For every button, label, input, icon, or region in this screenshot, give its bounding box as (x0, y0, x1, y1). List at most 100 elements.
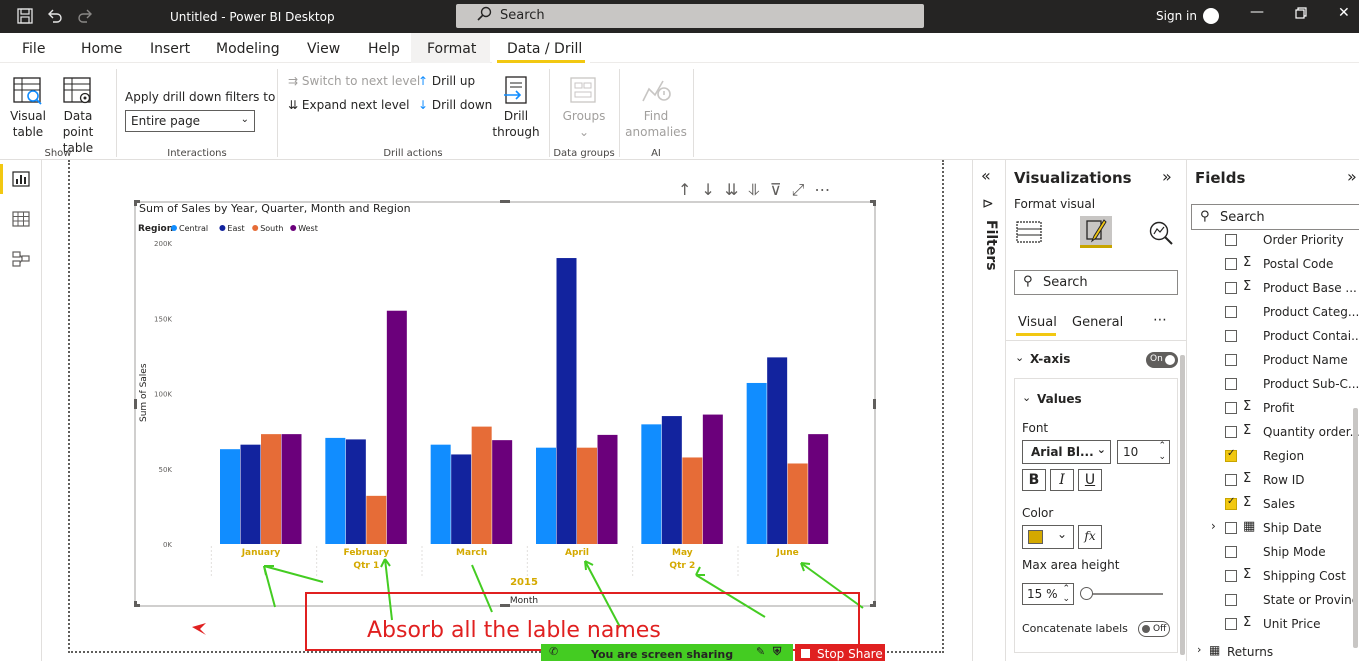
find-anomalies-button[interactable]: Find anomalies (624, 108, 688, 140)
field-checkbox[interactable] (1225, 448, 1237, 462)
field-item[interactable]: Σ Shipping Cost (1187, 564, 1359, 588)
field-item[interactable]: Ship Mode (1187, 540, 1359, 564)
close-icon[interactable]: ✕ (1338, 5, 1350, 21)
redo-icon[interactable] (76, 7, 94, 29)
bar[interactable] (471, 426, 492, 544)
field-item[interactable]: Product Name (1187, 348, 1359, 372)
legend-entry[interactable]: West (298, 224, 318, 233)
bar[interactable] (536, 447, 556, 544)
field-checkbox[interactable] (1225, 474, 1237, 486)
field-checkbox[interactable] (1225, 258, 1237, 270)
drill-down-arrow-icon[interactable]: ↓ (701, 180, 724, 199)
field-item[interactable]: Order Priority (1187, 230, 1359, 252)
bar[interactable] (682, 457, 703, 544)
field-item[interactable]: Region (1187, 444, 1359, 468)
concat-toggle[interactable]: Off (1138, 621, 1170, 637)
legend-entry[interactable]: East (227, 224, 244, 233)
field-checkbox[interactable] (1225, 496, 1237, 510)
field-item[interactable]: Σ Profit (1187, 396, 1359, 420)
bar[interactable] (366, 495, 387, 544)
max-area-slider-track[interactable] (1083, 593, 1163, 595)
expand-hierarchy-icon[interactable]: ⥥ (748, 180, 770, 199)
more-options-icon[interactable]: ⋯ (814, 180, 840, 199)
format-visual-tab[interactable] (1080, 216, 1112, 248)
expand-filters-icon[interactable]: « (981, 166, 991, 185)
chevron-right-icon[interactable]: › (1197, 643, 1201, 656)
bar[interactable] (325, 437, 346, 544)
tab-view[interactable]: View (307, 41, 340, 57)
field-checkbox[interactable] (1225, 402, 1237, 414)
field-checkbox[interactable] (1225, 306, 1237, 318)
italic-button[interactable]: I (1050, 469, 1074, 491)
chevron-down-icon[interactable]: ⌄ (1022, 391, 1031, 404)
field-item[interactable]: Σ Unit Price (1187, 612, 1359, 636)
field-checkbox[interactable] (1225, 378, 1237, 390)
field-checkbox[interactable] (1225, 354, 1237, 366)
global-search-input[interactable]: Search (456, 4, 924, 28)
report-view-icon[interactable] (12, 171, 30, 190)
bar[interactable] (261, 434, 281, 544)
font-family-select[interactable]: Arial Bl... ⌄ (1022, 440, 1111, 464)
tab-general[interactable]: General (1072, 315, 1123, 330)
sign-in-link[interactable]: Sign in (1156, 9, 1197, 23)
drill-up-arrow-icon[interactable]: ↑ (678, 180, 701, 199)
stepper-arrows-icon[interactable]: ⌃ ⌄ (1062, 584, 1070, 604)
tab-modeling[interactable]: Modeling (216, 41, 280, 57)
field-item[interactable]: Product Sub-C... (1187, 372, 1359, 396)
field-checkbox[interactable] (1225, 522, 1237, 534)
stop-share-button[interactable]: Stop Share (795, 644, 885, 661)
font-size-stepper[interactable]: 10 ⌃ ⌄ (1117, 440, 1170, 464)
bar[interactable] (746, 382, 767, 544)
color-picker[interactable]: ⌄ (1022, 525, 1074, 549)
bar[interactable] (597, 434, 618, 544)
bar[interactable] (281, 434, 302, 544)
table-returns[interactable]: › ▦ Returns (1187, 640, 1359, 664)
field-item[interactable]: Σ Postal Code (1187, 252, 1359, 276)
tab-help[interactable]: Help (368, 41, 400, 57)
minimize-icon[interactable]: — (1250, 4, 1264, 20)
go-next-level-icon[interactable]: ⇊ (725, 180, 748, 199)
max-area-slider-thumb[interactable] (1080, 587, 1094, 600)
field-item[interactable]: Σ Product Base ... (1187, 276, 1359, 300)
bar[interactable] (492, 440, 513, 544)
conditional-format-button[interactable]: fx (1078, 525, 1102, 549)
bar[interactable] (577, 447, 597, 544)
bar[interactable] (345, 439, 366, 544)
chevron-right-icon[interactable]: › (1211, 519, 1216, 533)
tab-data-drill[interactable]: Data / Drill (507, 41, 582, 57)
bar[interactable] (386, 310, 407, 544)
chevron-down-icon[interactable]: ⌄ (1015, 351, 1024, 364)
filter-icon[interactable]: ⊽ (770, 180, 792, 199)
model-view-icon[interactable] (12, 250, 30, 271)
switch-next-level-button[interactable]: ⇉ Switch to next level (288, 74, 420, 88)
field-checkbox[interactable] (1225, 282, 1237, 294)
groups-button[interactable]: Groups ⌄ (556, 108, 612, 140)
apply-drill-select[interactable]: Entire page ⌄ (125, 110, 255, 132)
tab-visual[interactable]: Visual (1018, 315, 1057, 330)
visual-table-button[interactable]: Visual table (6, 108, 50, 140)
expand-next-level-button[interactable]: ⇊ Expand next level (288, 98, 410, 112)
field-checkbox[interactable] (1225, 618, 1237, 630)
tab-format[interactable]: Format (427, 41, 476, 57)
chart-bars[interactable] (220, 258, 829, 544)
field-checkbox[interactable] (1225, 426, 1237, 438)
tab-home[interactable]: Home (81, 41, 122, 57)
pin-icon[interactable]: ✎ (756, 645, 765, 658)
legend-entry[interactable]: Central (179, 224, 208, 233)
field-item[interactable]: Product Contai... (1187, 324, 1359, 348)
analytics-icon[interactable] (1148, 220, 1174, 249)
max-area-input[interactable]: 15 % ⌃ ⌄ (1022, 583, 1074, 605)
filters-pane-collapsed[interactable]: « ⊳ Filters (972, 160, 1005, 661)
bar[interactable] (556, 258, 577, 544)
bar[interactable] (430, 444, 451, 544)
bar[interactable] (240, 444, 261, 544)
bold-button[interactable]: B (1022, 469, 1046, 491)
collapse-fields-icon[interactable]: » (1347, 167, 1357, 186)
xaxis-toggle[interactable]: On (1146, 352, 1178, 368)
bar[interactable] (808, 434, 829, 544)
bar[interactable] (641, 424, 662, 544)
build-visual-icon[interactable] (1016, 220, 1042, 247)
values-section-label[interactable]: Values (1037, 392, 1082, 406)
undo-icon[interactable] (46, 7, 64, 29)
tab-insert[interactable]: Insert (150, 41, 190, 57)
